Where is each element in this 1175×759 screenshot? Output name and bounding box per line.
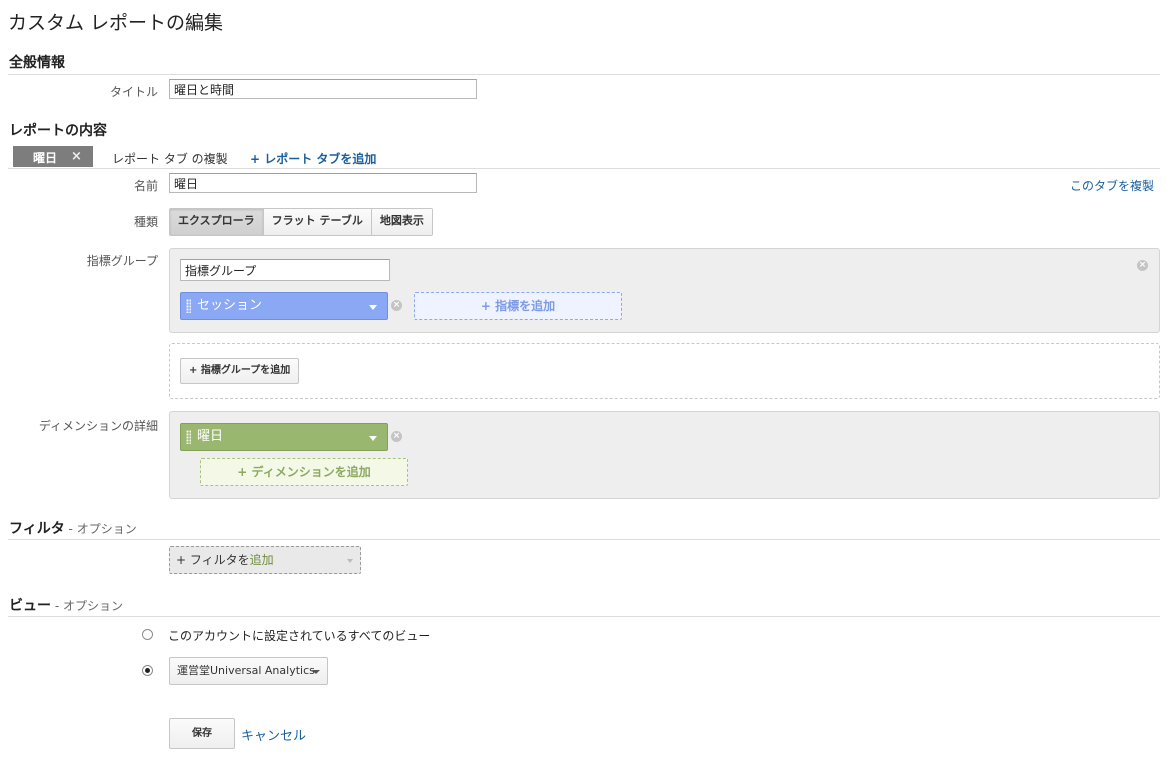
add-metric-group-area: [169, 343, 1160, 399]
dimension-chip-label: 曜日: [197, 429, 224, 444]
add-filter-suffix: 追加: [249, 553, 274, 567]
divider: [8, 74, 1160, 75]
divider: [8, 616, 1160, 617]
chevron-down-icon: [347, 559, 353, 563]
drag-handle-icon[interactable]: [186, 430, 191, 444]
type-map-overlay[interactable]: 地図表示: [371, 209, 432, 235]
radio-all-views[interactable]: [142, 629, 153, 640]
chevron-down-icon: [369, 436, 377, 441]
tab-dayofweek[interactable]: 曜日 ×: [13, 146, 93, 167]
view-section-title: ビュー - オプション: [9, 595, 123, 615]
view-title-text: ビュー: [9, 598, 51, 614]
title-input[interactable]: [169, 79, 477, 99]
drag-handle-icon[interactable]: [186, 299, 191, 313]
filter-section-title: フィルタ - オプション: [9, 518, 137, 538]
add-report-tab-link[interactable]: + レポート タブを追加: [250, 150, 376, 167]
content-section-title: レポートの内容: [9, 123, 107, 139]
all-views-label: このアカウントに設定されているすべてのビュー: [168, 629, 431, 643]
chevron-down-icon: [312, 670, 320, 674]
duplicate-this-tab-link[interactable]: このタブを複製: [1070, 177, 1154, 194]
metric-chip-sessions[interactable]: セッション: [180, 292, 388, 320]
divider: [8, 168, 1160, 169]
title-label: タイトル: [109, 85, 158, 99]
remove-metric-group-icon[interactable]: ×: [1137, 260, 1148, 271]
view-select[interactable]: 運営堂Universal Analytics: [169, 657, 328, 685]
save-button[interactable]: 保存: [169, 718, 235, 749]
dimension-label: ディメンションの詳細: [38, 419, 158, 433]
add-metric-button[interactable]: + 指標を追加: [414, 292, 622, 320]
tab-label: 曜日: [33, 151, 58, 165]
add-filter-dropdown[interactable]: + フィルタを追加: [169, 546, 361, 574]
chevron-down-icon: [369, 305, 377, 310]
add-filter-prefix: + フィルタを: [176, 553, 250, 567]
type-flat-table[interactable]: フラット テーブル: [263, 209, 372, 235]
metric-chip-label: セッション: [197, 298, 263, 313]
optional-text: - オプション: [64, 522, 137, 536]
cancel-link[interactable]: キャンセル: [241, 725, 306, 744]
optional-text: - オプション: [51, 599, 123, 613]
divider: [8, 539, 1160, 540]
add-dimension-button[interactable]: + ディメンションを追加: [200, 458, 408, 486]
remove-metric-icon[interactable]: ×: [391, 300, 402, 311]
filter-title-text: フィルタ: [9, 521, 65, 537]
duplicate-report-tab-link[interactable]: レポート タブ の複製: [112, 150, 228, 167]
report-type-selector: エクスプローラ フラット テーブル 地図表示: [169, 208, 433, 236]
remove-dimension-icon[interactable]: ×: [391, 431, 402, 442]
type-explorer[interactable]: エクスプローラ: [170, 209, 264, 235]
close-icon[interactable]: ×: [71, 149, 82, 164]
view-select-value: 運営堂Universal Analytics: [177, 664, 315, 677]
name-label: 名前: [133, 179, 158, 193]
radio-selected-view[interactable]: [142, 665, 153, 676]
add-metric-group-button[interactable]: + 指標グループを追加: [180, 358, 300, 384]
dimension-chip-dayofweek[interactable]: 曜日: [180, 423, 388, 451]
name-input[interactable]: [169, 173, 477, 193]
page-title: カスタム レポートの編集: [8, 12, 224, 34]
general-section-title: 全般情報: [9, 55, 65, 71]
type-label: 種類: [133, 215, 158, 229]
metric-group-label: 指標グループ: [86, 254, 158, 268]
metric-group-name-input[interactable]: [180, 259, 390, 281]
